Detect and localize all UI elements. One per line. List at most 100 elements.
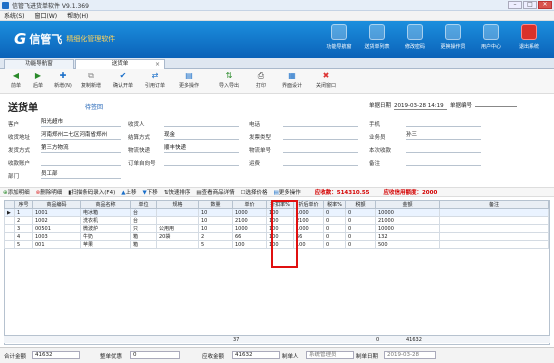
grid-more-button[interactable]: ▤更多操作 [274,188,301,196]
header-amount[interactable]: 金额 [375,200,440,209]
copy-new-button[interactable]: ⧉ 复制新增 [78,71,104,91]
move-down-button[interactable]: ▼下移 [143,188,158,196]
settlement-field[interactable]: 现金 [164,132,239,140]
minimize-button[interactable]: – [508,1,522,9]
prev-order-button[interactable]: ◀ 前单 [6,71,26,91]
cell-tax-rate[interactable]: 0 [323,232,346,241]
tracking-number-field[interactable] [283,145,358,153]
receipt-account-field[interactable] [41,158,121,166]
nav-user-center[interactable]: 用户中心 [472,24,510,50]
close-window-tool-button[interactable]: ✖ 关闭窗口 [312,71,340,91]
cell-remark[interactable] [439,232,549,241]
header-spec[interactable]: 规格 [156,200,199,209]
menu-help[interactable]: 帮助(H) [67,11,88,20]
cell-name[interactable]: 苹果 [80,240,131,249]
next-order-button[interactable]: ▶ 后单 [28,71,48,91]
cell-tax[interactable]: 0 [345,216,376,225]
cell-price[interactable]: 1000 [232,224,267,233]
cell-net-price[interactable]: 100 [293,240,324,249]
cell-unit[interactable]: 台 [130,216,157,225]
logistics-field[interactable]: 顺丰快递 [164,145,239,153]
cell-seq[interactable]: 3 [14,224,33,233]
cell-tax[interactable]: 0 [345,240,376,249]
cell-code[interactable]: 1003 [32,232,81,241]
remark-field[interactable] [406,158,481,166]
cell-unit[interactable]: 台 [130,208,157,217]
cell-spec[interactable] [156,208,199,217]
nav-delivery-list[interactable]: 送货单列表 [358,24,396,50]
header-qty[interactable]: 数量 [198,200,233,209]
quick-sort-button[interactable]: ⇅快速排序 [164,188,191,196]
delete-detail-button[interactable]: ⊗删除明细 [36,188,63,196]
cell-name[interactable]: 牛奶 [80,232,131,241]
menu-window[interactable]: 窗口(W) [35,11,58,20]
add-detail-button[interactable]: ⊕添加明细 [3,188,30,196]
cell-tax-rate[interactable]: 0 [323,240,346,249]
move-up-button[interactable]: ▲上移 [121,188,136,196]
cell-unit[interactable]: 箱 [130,240,157,249]
cell-remark[interactable] [439,240,549,249]
header-unit[interactable]: 单位 [130,200,157,209]
cell-code[interactable]: 1002 [32,216,81,225]
cell-name[interactable]: 洗衣机 [80,216,131,225]
cell-seq[interactable]: 5 [14,240,33,249]
close-tab-icon[interactable]: × [155,60,160,69]
cell-amount[interactable]: 10000 [375,224,440,233]
header-code[interactable]: 商品编码 [32,200,81,209]
salesman-field[interactable]: 孙三 [406,132,481,140]
cell-tax[interactable]: 0 [345,208,376,217]
cell-qty[interactable]: 2 [198,232,233,241]
cell-remark[interactable] [439,216,549,225]
close-window-button[interactable]: ✕ [538,1,552,9]
this-receipt-field[interactable] [406,145,481,153]
cell-qty[interactable]: 5 [198,240,233,249]
header-tax-rate[interactable]: 税率% [323,200,346,209]
cell-amount[interactable]: 10000 [375,208,440,217]
nav-function-window[interactable]: 功能导航窗 [320,24,358,50]
nav-switch-operator[interactable]: 更换操作员 [434,24,472,50]
cell-price[interactable]: 66 [232,232,267,241]
menu-system[interactable]: 系统(S) [4,11,25,20]
header-remark[interactable]: 备注 [439,200,549,209]
cell-seq[interactable]: 2 [14,216,33,225]
print-button[interactable]: ⎙ 打印 [250,71,272,91]
address-field[interactable]: 河南郑州二七区河南省郑州 [41,132,121,140]
freight-field[interactable] [283,158,358,166]
cell-spec[interactable] [156,216,199,225]
cell-spec[interactable] [156,240,199,249]
cell-spec[interactable]: 20袋 [156,232,199,241]
cell-spec[interactable]: 公用用 [156,224,199,233]
cell-net-price[interactable]: 1000 [293,208,324,217]
customer-field[interactable]: 阳光超市 [41,119,121,127]
cell-unit[interactable]: 只 [130,224,157,233]
order-ref-field[interactable] [164,158,239,166]
header-net-price[interactable]: 折后单价 [293,200,324,209]
order-number-field[interactable] [475,106,518,107]
select-price-button[interactable]: ☐选择价格 [241,188,268,196]
receiver-field[interactable] [164,119,239,127]
cell-tax-rate[interactable]: 0 [323,224,346,233]
cell-price[interactable]: 100 [232,240,267,249]
view-product-button[interactable]: ▤查看商品详情 [196,188,234,196]
tab-delivery-note[interactable]: 送货单 × [75,59,165,69]
cell-code[interactable]: 00501 [32,224,81,233]
cell-net-price[interactable]: 1000 [293,224,324,233]
invoice-type-field[interactable] [283,132,358,140]
cell-qty[interactable]: 10 [198,216,233,225]
department-field[interactable]: 员工部 [41,171,121,179]
reference-order-button[interactable]: ⇄ 引用订单 [142,71,168,91]
shipping-method-field[interactable]: 第三方物流 [41,145,121,153]
cell-tax[interactable]: 0 [345,232,376,241]
tab-function-window[interactable]: 功能导航窗 [4,59,74,69]
cell-seq[interactable]: 1 [14,208,33,217]
cell-remark[interactable] [439,208,549,217]
cell-seq[interactable]: 4 [14,232,33,241]
new-button[interactable]: ✚ 新增(N) [50,71,76,91]
cell-name[interactable]: 微波炉 [80,224,131,233]
cell-name[interactable]: 电冰箱 [80,208,131,217]
cell-net-price[interactable]: 66 [293,232,324,241]
mobile-field[interactable] [406,119,481,127]
cell-price[interactable]: 1000 [232,208,267,217]
nav-change-password[interactable]: 修改密码 [396,24,434,50]
cell-tax-rate[interactable]: 0 [323,208,346,217]
